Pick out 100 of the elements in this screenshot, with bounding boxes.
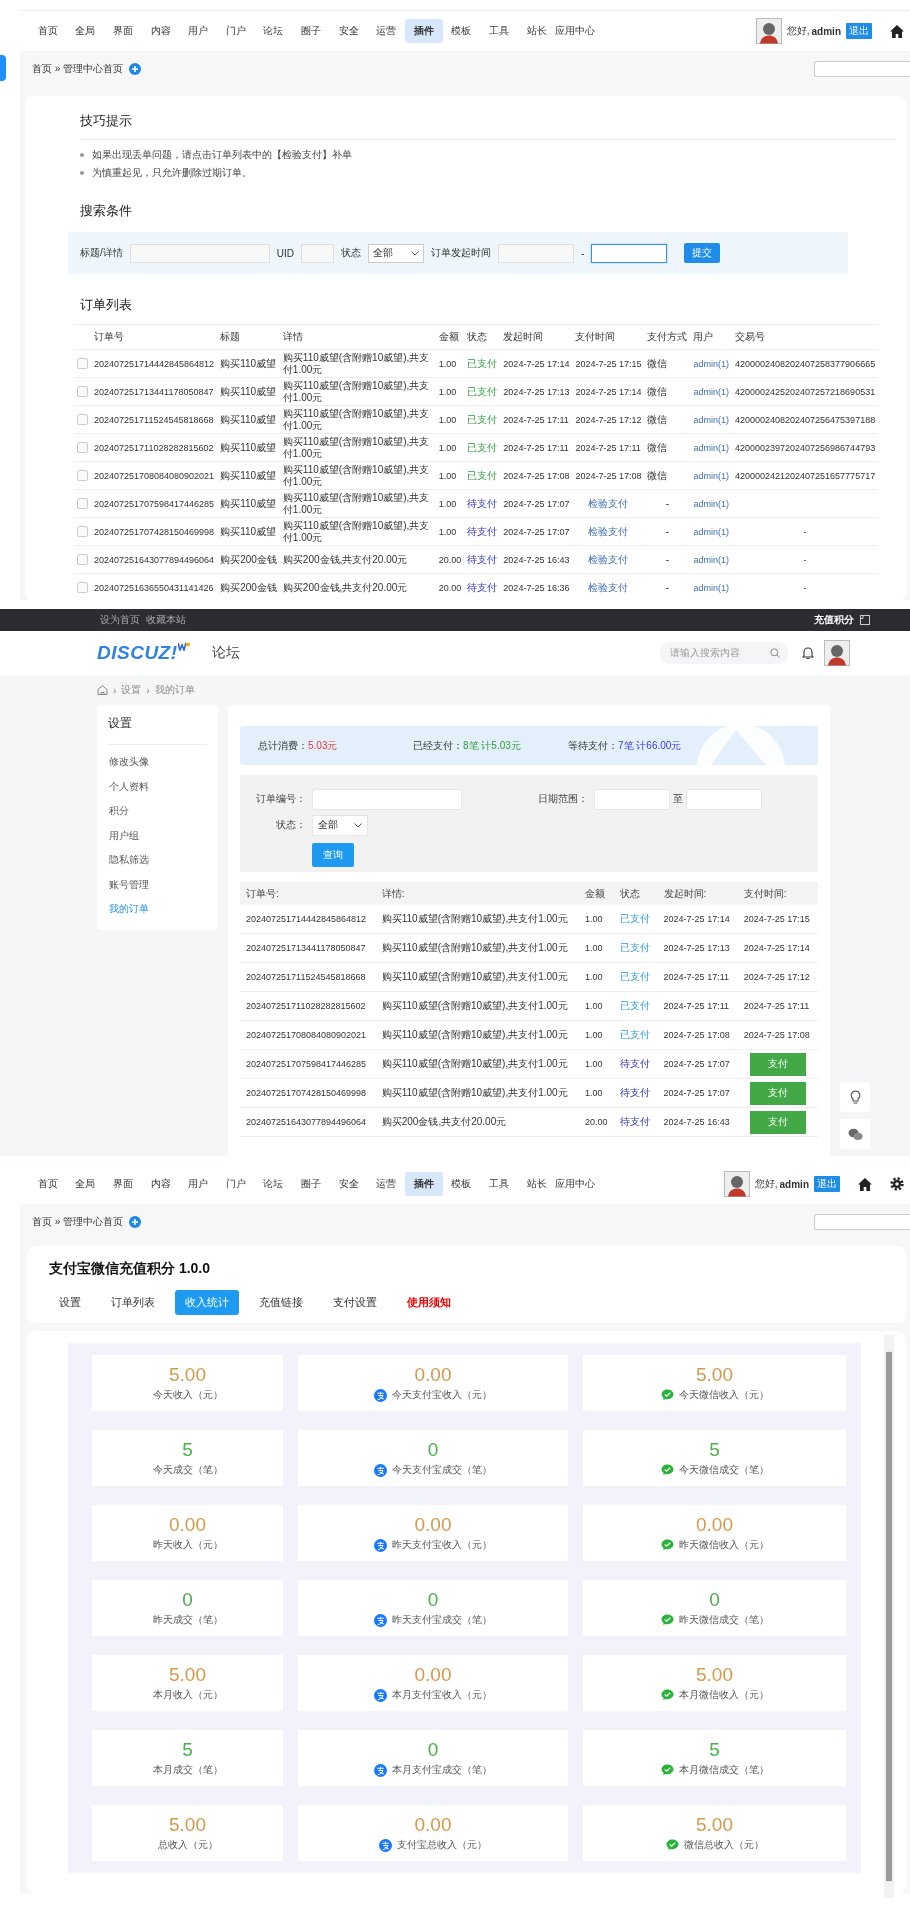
search-icon[interactable]: [770, 648, 780, 658]
nav-tab[interactable]: 全局: [66, 1172, 105, 1196]
nav-tab[interactable]: 工具: [480, 19, 518, 43]
home-icon[interactable]: [858, 1177, 872, 1191]
verify-link[interactable]: 检验支付: [588, 581, 629, 593]
nav-tab[interactable]: 用户: [179, 19, 217, 43]
sidebar-item[interactable]: 积分: [97, 799, 218, 824]
section-title[interactable]: 论坛: [211, 644, 240, 662]
nav-tab[interactable]: 安全: [329, 19, 368, 43]
nav-tab[interactable]: 门户: [216, 1172, 255, 1196]
nav-tab[interactable]: 安全: [329, 1172, 368, 1196]
float-button[interactable]: [840, 1082, 870, 1112]
sidebar-item[interactable]: 隐私筛选: [97, 848, 218, 873]
float-button[interactable]: [840, 1119, 870, 1149]
nav-tab[interactable]: 门户: [216, 19, 255, 43]
search-field[interactable]: [814, 61, 910, 77]
checkbox[interactable]: [77, 470, 88, 481]
avatar[interactable]: [824, 640, 850, 666]
user-link[interactable]: admin(1): [693, 554, 729, 565]
bell-icon[interactable]: [802, 646, 814, 660]
stat-value: 5.00: [696, 1664, 733, 1686]
nav-tab[interactable]: 圈子: [292, 19, 330, 43]
stat-value: 0: [427, 1589, 439, 1611]
breadcrumb-link[interactable]: 我的订单: [154, 683, 195, 697]
nav-tab[interactable]: 模板: [442, 1172, 481, 1196]
status-select[interactable]: 全部: [312, 814, 368, 836]
nav-tab[interactable]: 应用中心: [555, 19, 596, 43]
verify-link[interactable]: 检验支付: [588, 525, 629, 537]
table-cell: -: [644, 489, 691, 518]
nav-tab[interactable]: 界面: [104, 19, 142, 43]
expand-icon[interactable]: [860, 615, 870, 625]
checkbox[interactable]: [77, 442, 88, 453]
tab[interactable]: 设置: [49, 1290, 91, 1315]
nav-tab[interactable]: 运营: [367, 19, 405, 43]
checkbox[interactable]: [77, 358, 88, 369]
nav-tab[interactable]: 模板: [442, 19, 481, 43]
avatar[interactable]: [723, 1171, 750, 1197]
nav-tab[interactable]: 应用中心: [555, 1172, 596, 1196]
nav-tab[interactable]: 内容: [141, 19, 180, 43]
table-cell: 2024-7-25 17:13: [657, 933, 738, 963]
nav-tab[interactable]: 界面: [104, 1172, 142, 1196]
status-select[interactable]: 全部: [368, 243, 424, 263]
checkbox[interactable]: [77, 526, 88, 537]
nav-tab[interactable]: 圈子: [292, 1172, 330, 1196]
logout-button[interactable]: 退出: [814, 1176, 840, 1192]
user-link[interactable]: admin(1): [693, 358, 729, 369]
user-link[interactable]: admin(1): [693, 498, 729, 509]
logout-button[interactable]: 退出: [846, 23, 872, 39]
top-link[interactable]: 收藏本站: [146, 613, 186, 627]
checkbox[interactable]: [77, 498, 88, 509]
user-link[interactable]: admin(1): [693, 582, 729, 593]
checkbox[interactable]: [77, 414, 88, 425]
nav-tab[interactable]: 全局: [66, 19, 105, 43]
search-field[interactable]: [814, 1214, 910, 1230]
tab[interactable]: 使用须知: [397, 1290, 461, 1315]
sidebar-item[interactable]: 修改头像: [97, 750, 218, 775]
submit-button[interactable]: 提交: [684, 243, 721, 263]
breadcrumb-link[interactable]: 设置: [121, 683, 142, 697]
user-link[interactable]: admin(1): [693, 386, 729, 397]
sidebar-item[interactable]: 我的订单: [97, 897, 218, 922]
top-link[interactable]: 充值积分: [814, 613, 854, 627]
nav-tab[interactable]: 运营: [367, 1172, 405, 1196]
add-icon[interactable]: [129, 63, 142, 75]
nav-tab[interactable]: 插件: [404, 19, 443, 43]
scrollbar[interactable]: [884, 1335, 894, 1898]
user-link[interactable]: admin(1): [693, 442, 729, 453]
sidebar-item[interactable]: 用户组: [97, 823, 218, 848]
nav-tab[interactable]: 内容: [141, 1172, 180, 1196]
table-cell: 微信: [644, 405, 691, 434]
nav-tab[interactable]: 用户: [179, 1172, 217, 1196]
verify-link[interactable]: 检验支付: [588, 497, 629, 509]
nav-tab[interactable]: 论坛: [254, 19, 293, 43]
sidebar-item[interactable]: 个人资料: [97, 774, 218, 799]
nav-tab[interactable]: 首页: [29, 19, 67, 43]
top-link[interactable]: 设为首页: [100, 613, 140, 627]
user-link[interactable]: admin(1): [693, 526, 729, 537]
nav-tab[interactable]: 站长: [517, 19, 556, 43]
checkbox[interactable]: [77, 386, 88, 397]
nav-tab[interactable]: 论坛: [254, 1172, 293, 1196]
avatar[interactable]: [755, 18, 782, 44]
checkbox[interactable]: [77, 582, 88, 593]
checkbox[interactable]: [77, 554, 88, 565]
nav-tab[interactable]: 站长: [517, 1172, 556, 1196]
side-tab[interactable]: [0, 55, 6, 81]
tab[interactable]: 充值链接: [249, 1290, 313, 1315]
sidebar-item[interactable]: 账号管理: [97, 872, 218, 897]
nav-tab[interactable]: 工具: [480, 1172, 518, 1196]
home-icon[interactable]: [890, 24, 904, 38]
logo-text[interactable]: DISCUZ!: [97, 642, 178, 664]
user-link[interactable]: admin(1): [693, 470, 729, 481]
nav-tab[interactable]: 插件: [404, 1172, 443, 1196]
tab[interactable]: 订单列表: [101, 1290, 165, 1315]
stat-label: 本月微信收入（元）: [678, 1688, 769, 1702]
verify-link[interactable]: 检验支付: [588, 553, 629, 565]
settings-icon[interactable]: [890, 1177, 904, 1191]
add-icon[interactable]: [129, 1216, 142, 1228]
user-link[interactable]: admin(1): [693, 414, 729, 425]
nav-tab[interactable]: 首页: [29, 1172, 67, 1196]
tab[interactable]: 支付设置: [323, 1290, 387, 1315]
input-field[interactable]: [591, 243, 668, 263]
